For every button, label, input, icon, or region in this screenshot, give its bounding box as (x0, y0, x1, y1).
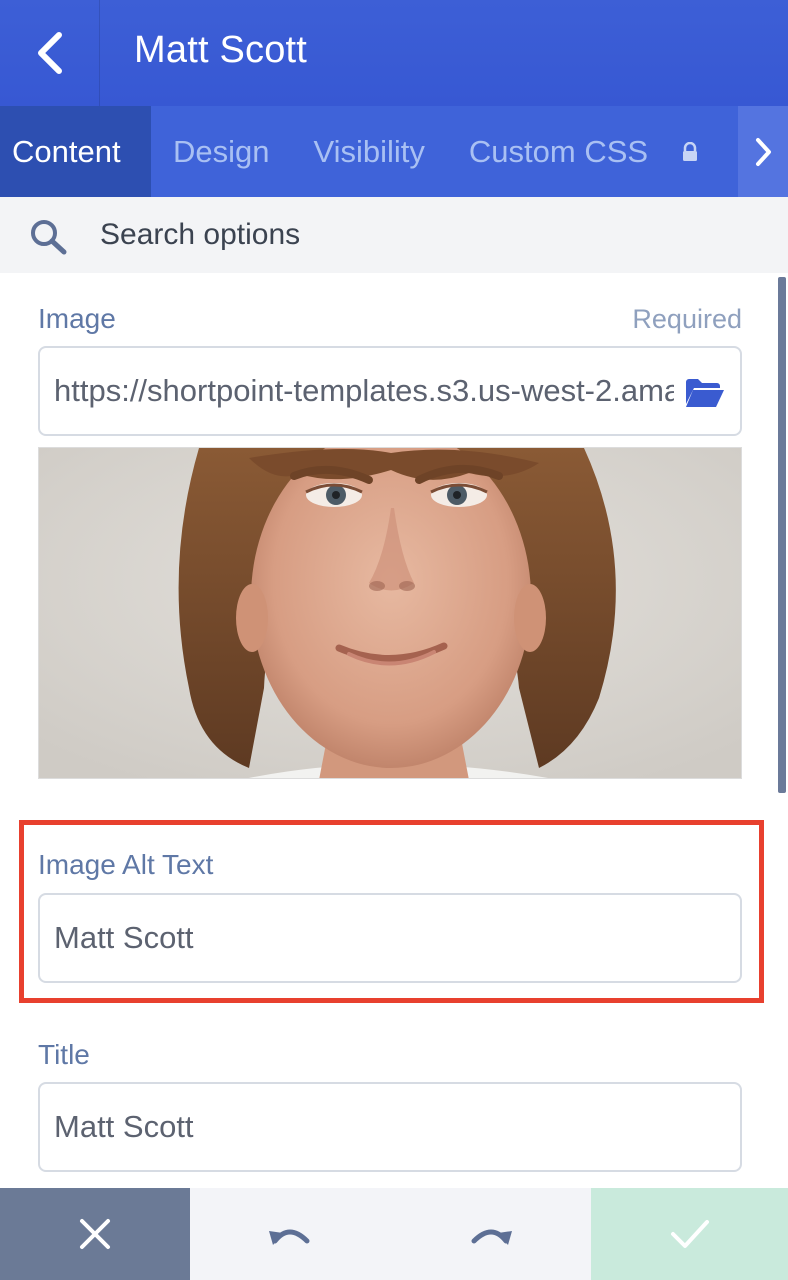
search-input[interactable]: Search options (100, 215, 300, 255)
bottom-toolbar (0, 1188, 788, 1280)
undo-icon (269, 1229, 310, 1245)
folder-open-icon[interactable] (684, 376, 726, 410)
check-icon (670, 1220, 709, 1248)
chevron-right-icon (756, 137, 771, 166)
required-label: Required (632, 304, 742, 334)
tab-visibility[interactable]: Visibility (292, 106, 447, 197)
tabs-scroll-right-button[interactable] (738, 106, 788, 197)
title-value: Matt Scott (54, 1109, 194, 1144)
tab-design[interactable]: Design (151, 106, 292, 197)
chevron-left-icon (37, 32, 62, 74)
image-url-value: https://shortpoint-templates.s3.us-west-… (54, 373, 674, 408)
title-field[interactable]: Matt Scott (38, 1082, 742, 1172)
alt-text-value: Matt Scott (54, 920, 194, 955)
lock-icon (683, 141, 698, 161)
redo-button[interactable] (390, 1188, 591, 1280)
title-label: Title (38, 1039, 90, 1070)
redo-icon (471, 1229, 512, 1245)
options-panel: Image Required https://shortpoint-templa… (0, 273, 788, 1188)
confirm-button[interactable] (591, 1188, 788, 1280)
close-icon (80, 1219, 110, 1249)
search-bar[interactable]: Search options (0, 197, 788, 273)
tab-bar: Content Design Visibility Custom CSS (0, 106, 788, 197)
cancel-button[interactable] (0, 1188, 190, 1280)
page-title: Matt Scott (134, 29, 308, 71)
header-bar: Matt Scott (0, 0, 788, 106)
alt-text-label: Image Alt Text (38, 849, 214, 880)
image-url-field[interactable]: https://shortpoint-templates.s3.us-west-… (38, 346, 742, 436)
portrait-photo (39, 448, 741, 778)
undo-button[interactable] (190, 1188, 390, 1280)
scrollbar[interactable] (778, 277, 786, 793)
image-label: Image (38, 303, 116, 334)
tab-locked[interactable] (670, 106, 710, 197)
tab-custom-css[interactable]: Custom CSS (447, 106, 670, 197)
tab-content[interactable]: Content (0, 106, 151, 197)
back-button[interactable] (0, 0, 100, 106)
image-preview (38, 447, 742, 779)
alt-text-field[interactable]: Matt Scott (38, 893, 742, 983)
search-icon (31, 220, 67, 255)
